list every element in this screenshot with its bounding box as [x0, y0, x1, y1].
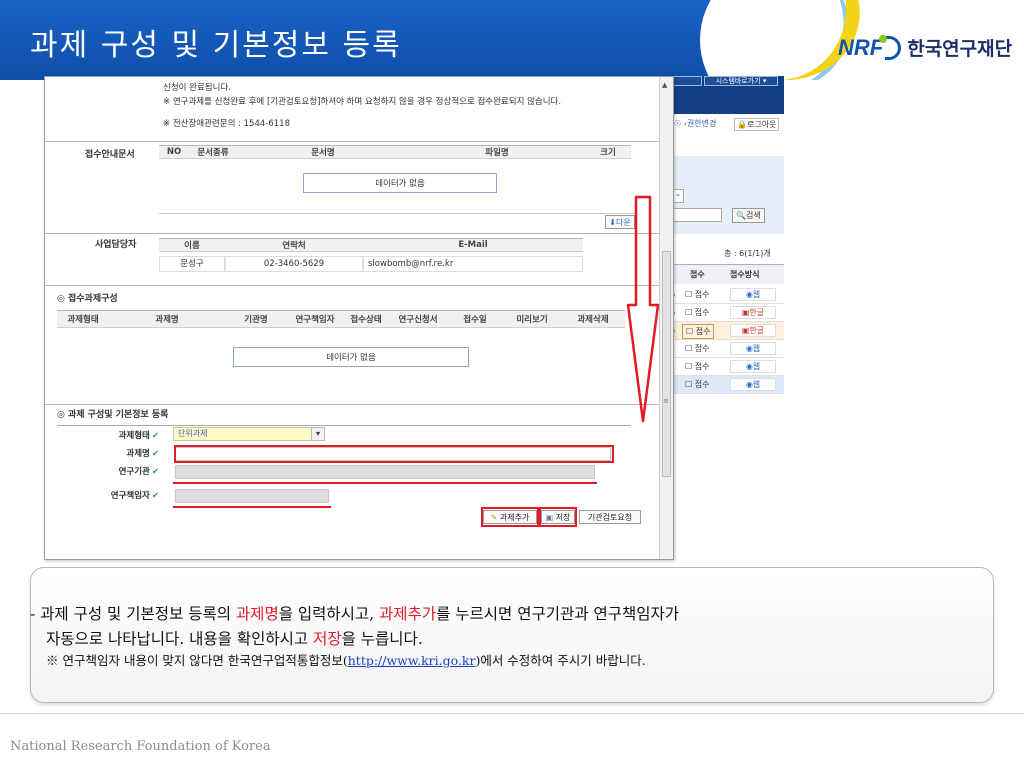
row-method[interactable]: ◉웹 [730, 360, 776, 373]
logo-mark: NRF [838, 34, 884, 60]
row-method[interactable]: ◉웹 [730, 288, 776, 301]
guide-docs-empty: 데이터가 없음 [303, 173, 497, 193]
project-type-select[interactable]: 단위과제 [173, 427, 325, 441]
field-label-org: 연구기관 ✔ [118, 467, 159, 477]
search-input[interactable] [672, 208, 722, 222]
caption-line1: - 과제 구성 및 기본정보 등록의 과제명을 입력하시고, 과제추가를 누르시… [30, 605, 680, 623]
scrollbar[interactable]: ▲ ≡ [659, 77, 673, 559]
guide-docs-header: NO 문서종류 문서명 파일명 크기 [159, 145, 631, 159]
research-org-field [175, 465, 595, 479]
request-review-button[interactable]: 기관검토요청 [579, 510, 641, 524]
notice-line2: ※ 연구과제를 신청완료 후에 [기관검토요청]하셔야 하며 요청하지 않을 경… [163, 97, 562, 107]
slide: 과제 구성 및 기본정보 등록 NRF 한국연구재단 시스템바로가기 ▾ ☉ ›… [0, 0, 1024, 768]
table-row[interactable]: 1☐ 접수◉웹 [670, 340, 784, 358]
manager-header: 이름 연락처 E-Mail [159, 238, 583, 252]
row-status: ☐ 접수 [685, 380, 710, 389]
principal-investigator-field [175, 489, 329, 503]
highlight-add-button [481, 507, 539, 527]
row-status: ☐ 접수 [685, 290, 710, 299]
logo-name: 한국연구재단 [907, 38, 1013, 60]
system-shortcut-menu[interactable]: 시스템바로가기 ▾ [704, 76, 778, 86]
table-row[interactable]: 6☐ 접수▣한글 [670, 304, 784, 322]
notice-line1: 신청이 완료됩니다. [163, 83, 231, 93]
row-status: ☐ 접수 [685, 308, 710, 317]
background-app: 시스템바로가기 ▾ ☉ ›권한변경 🔒로그아웃 ⌄ 🔍검색 총 : 6(1/1)… [670, 76, 784, 396]
footer-text: National Research Foundation of Korea [10, 739, 271, 754]
field-label-name: 과제명 ✔ [126, 449, 159, 459]
row-method[interactable]: ▣한글 [730, 324, 776, 337]
logout-button[interactable]: 🔒로그아웃 [734, 118, 780, 131]
permission-link[interactable]: ☉ ›권한변경 [674, 118, 716, 129]
highlight-save-button [539, 507, 577, 527]
composition-header: 과제형태 과제명 기관명 연구책임자 접수상태 연구신청서 접수일 미리보기 과… [57, 310, 625, 328]
slide-title: 과제 구성 및 기본정보 등록 [30, 28, 402, 63]
kri-link[interactable]: http://www.kri.go.kr [348, 653, 476, 668]
table-row[interactable]: 6☐ 접수▣한글 [670, 322, 784, 340]
row-method[interactable]: ◉웹 [730, 342, 776, 355]
chevron-down-icon[interactable]: ▾ [311, 427, 325, 441]
underline-pi [173, 506, 331, 508]
caption-line2: 자동으로 나타납니다. 내용을 확인하시고 저장을 누릅니다. [46, 630, 423, 648]
table-row[interactable]: 1☐ 접수◉웹 [670, 358, 784, 376]
search-button[interactable]: 🔍검색 [732, 208, 765, 223]
field-label-pi: 연구책임자 ✔ [110, 491, 159, 501]
composition-title: ◎ 접수과제구성 [57, 294, 118, 304]
col-method: 접수방식 [730, 270, 760, 279]
total-count: 총 : 6(1/1)개 [724, 249, 771, 258]
footer-divider [0, 713, 1024, 714]
composition-empty: 데이터가 없음 [233, 347, 469, 367]
field-label-type: 과제형태 ✔ [118, 431, 159, 441]
row-method[interactable]: ▣한글 [730, 306, 776, 319]
manager-row: 문성구 02-3460-5629 slowbomb@nrf.re.kr [159, 256, 583, 272]
caption-line3: ※ 연구책임자 내용이 맞지 않다면 한국연구업적통합정보(http://www… [46, 653, 646, 668]
row-status: ☐ 접수 [685, 344, 710, 353]
nrf-logo: NRF 한국연구재단 [838, 34, 1012, 61]
table-row[interactable]: 6☐ 접수◉웹 [670, 286, 784, 304]
highlight-project-name [174, 445, 614, 463]
notice-line3: ※ 전산장애관련문의 : 1544-6118 [163, 119, 290, 129]
row-method[interactable]: ◉웹 [730, 378, 776, 391]
down-arrow-icon [626, 195, 660, 423]
register-title: ◎ 과제 구성및 기본정보 등록 [57, 410, 169, 420]
manager-label: 사업담당자 [95, 240, 137, 250]
guide-docs-label: 접수안내문서 [85, 150, 135, 160]
application-screenshot: 신청이 완료됩니다. ※ 연구과제를 신청완료 후에 [기관검토요청]하셔야 하… [44, 76, 674, 560]
row-status: ☐ 접수 [682, 324, 715, 339]
row-status: ☐ 접수 [685, 362, 710, 371]
col-received: 접수 [690, 270, 705, 279]
table-row[interactable]: 1☐ 접수◉웹 [670, 376, 784, 394]
underline-research-org [173, 482, 597, 484]
logo-arc-icon [879, 34, 902, 60]
